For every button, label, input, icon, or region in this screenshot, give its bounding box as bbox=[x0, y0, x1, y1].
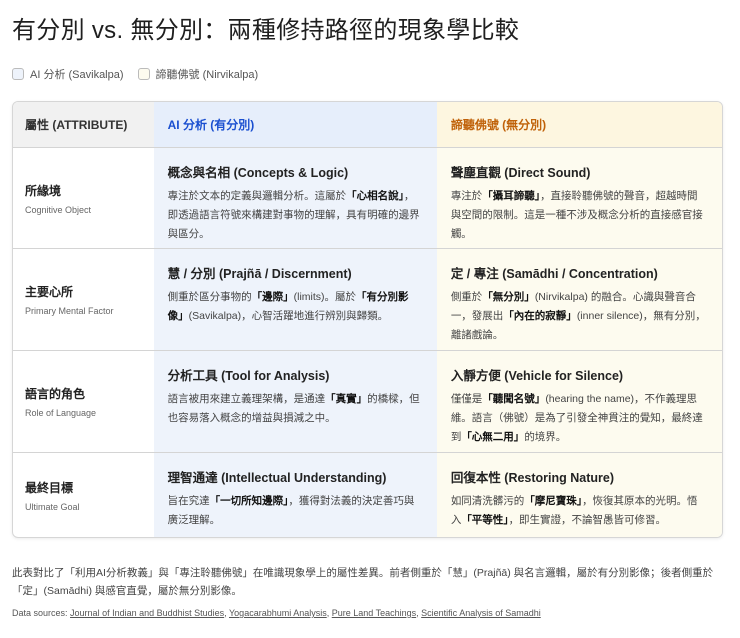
attribute-english: Primary Mental Factor bbox=[25, 306, 114, 316]
header-chant: 諦聽佛號 (無分別) bbox=[436, 102, 722, 147]
ai-title: 分析工具 (Tool for Analysis) bbox=[167, 369, 330, 383]
chant-description: 如同清洗髒污的「摩尼寶珠」，恢復其原本的光明。悟入「平等性」，即生實證，不論智愚… bbox=[451, 492, 708, 530]
attribute-cell: 所緣境 Cognitive Object bbox=[13, 148, 154, 248]
desc-text: 側重於 bbox=[450, 291, 483, 303]
attribute-cell: 主要心所 Primary Mental Factor bbox=[13, 249, 154, 350]
sources-label: Data sources: bbox=[12, 608, 68, 618]
chant-description: 專注於「攝耳諦聽」，直接聆聽佛號的聲音，超越時間與空間的限制。這是一種不涉及概念… bbox=[451, 187, 708, 244]
header-ai: AI 分析 (有分別) bbox=[153, 102, 437, 147]
ai-cell: 分析工具 (Tool for Analysis) 語言被用來建立義理架構，是通達「… bbox=[153, 351, 437, 452]
desc-text: 側重於區分事物的 bbox=[167, 291, 252, 303]
chant-title: 定 / 專注 (Samādhi / Concentration) bbox=[450, 267, 658, 281]
attribute-english: Role of Language bbox=[25, 408, 97, 418]
attribute-name: 主要心所 bbox=[25, 285, 74, 299]
emphasis-text: 「心相名說」 bbox=[346, 190, 404, 202]
table-row: 最終目標 Ultimate Goal 理智通達 (Intellectual Unde… bbox=[13, 453, 722, 537]
attribute-english: Ultimate Goal bbox=[25, 502, 80, 512]
legend-label: AI 分析 (Savikalpa) bbox=[30, 69, 124, 81]
chant-title: 入靜方便 (Vehicle for Silence) bbox=[450, 369, 624, 383]
ai-description: 側重於區分事物的「邊際」(limits)。屬於「有分別影像」(Savikalpa… bbox=[168, 288, 423, 326]
desc-text: 專注於文本的定義與邏輯分析。這屬於 bbox=[167, 190, 347, 202]
desc-text: 旨在究達 bbox=[167, 495, 210, 507]
emphasis-text: 「內在的寂靜」 bbox=[503, 310, 577, 322]
source-link[interactable]: Pure Land Teachings bbox=[332, 608, 416, 618]
chant-cell: 定 / 專注 (Samādhi / Concentration) 側重於「無分別」… bbox=[436, 249, 722, 350]
table-row: 主要心所 Primary Mental Factor 慧 / 分別 (Prajñā … bbox=[13, 249, 722, 351]
attribute-name: 最終目標 bbox=[25, 481, 74, 495]
chant-cell: 回復本性 (Restoring Nature) 如同清洗髒污的「摩尼寶珠」，恢復其… bbox=[436, 453, 722, 537]
data-sources: Data sources: Journal of Indian and Budd… bbox=[12, 608, 541, 618]
desc-text: 語言被用來建立義理架構，是通達 bbox=[167, 393, 326, 405]
chant-cell: 聲塵直觀 (Direct Sound) 專注於「攝耳諦聽」，直接聆聽佛號的聲音，超… bbox=[436, 148, 722, 248]
table-row: 所緣境 Cognitive Object 概念與名相 (Concepts & Log… bbox=[13, 148, 722, 249]
ai-title: 理智通達 (Intellectual Understanding) bbox=[167, 471, 387, 485]
attribute-cell: 語言的角色 Role of Language bbox=[13, 351, 154, 452]
table-header: 屬性 (ATTRIBUTE) AI 分析 (有分別) 諦聽佛號 (無分別) bbox=[13, 102, 722, 148]
legend-label: 諦聽佛號 (Nirvikalpa) bbox=[155, 69, 259, 81]
ai-title: 概念與名相 (Concepts & Logic) bbox=[167, 166, 349, 180]
desc-text: 僅僅是 bbox=[450, 393, 483, 405]
attribute-cell: 最終目標 Ultimate Goal bbox=[13, 453, 154, 537]
emphasis-text: 「無分別」 bbox=[482, 291, 535, 303]
legend-item-ai[interactable]: AI 分析 (Savikalpa) bbox=[12, 66, 124, 82]
table-row: 語言的角色 Role of Language 分析工具 (Tool for Anal… bbox=[13, 351, 722, 453]
legend-item-chant[interactable]: 諦聽佛號 (Nirvikalpa) bbox=[137, 66, 259, 82]
emphasis-text: 「攝耳諦聽」 bbox=[482, 190, 541, 202]
ai-cell: 理智通達 (Intellectual Understanding) 旨在究達「一切… bbox=[153, 453, 437, 537]
ai-title: 慧 / 分別 (Prajñā / Discernment) bbox=[167, 267, 352, 281]
ai-cell: 概念與名相 (Concepts & Logic) 專注於文本的定義與邏輯分析。這屬… bbox=[153, 148, 437, 248]
emphasis-text: 「一切所知邊際」 bbox=[209, 495, 289, 507]
desc-text: 的境界。 bbox=[524, 431, 567, 443]
emphasis-text: 「平等性」 bbox=[461, 514, 509, 526]
emphasis-text: 「摩尼寶珠」 bbox=[524, 495, 583, 507]
desc-text: (limits)。屬於 bbox=[293, 291, 357, 303]
source-link[interactable]: Yogacarabhumi Analysis bbox=[229, 608, 327, 618]
chant-cell: 入靜方便 (Vehicle for Silence) 僅僅是「聽聞名號」(hear… bbox=[436, 351, 722, 452]
emphasis-text: 「聽聞名號」 bbox=[482, 393, 546, 405]
legend-swatch bbox=[12, 68, 24, 80]
comparison-table: 屬性 (ATTRIBUTE) AI 分析 (有分別) 諦聽佛號 (無分別) 所緣… bbox=[12, 101, 723, 538]
header-attribute: 屬性 (ATTRIBUTE) bbox=[13, 102, 154, 147]
source-link[interactable]: Journal of Indian and Buddhist Studies bbox=[70, 608, 224, 618]
emphasis-text: 「邊際」 bbox=[251, 291, 294, 303]
footnote: 此表對比了「利用AI分析教義」與「專注聆聽佛號」在唯識現象學上的屬性差異。前者側… bbox=[12, 567, 714, 597]
attribute-english: Cognitive Object bbox=[25, 204, 92, 215]
emphasis-text: 「真實」 bbox=[325, 393, 368, 405]
attribute-name: 所緣境 bbox=[25, 183, 62, 198]
desc-text: (Savikalpa)，心智活躍地進行辨別與歸類。 bbox=[188, 310, 389, 322]
page-title: 有分別 vs. 無分別：兩種修持路徑的現象學比較 bbox=[12, 17, 520, 44]
legend-swatch bbox=[137, 68, 150, 80]
chant-description: 側重於「無分別」(Nirvikalpa) 的融合。心識與聲音合一，發展出「內在的… bbox=[451, 288, 708, 345]
ai-description: 旨在究達「一切所知邊際」，獲得對法義的決定善巧與廣泛理解。 bbox=[168, 492, 423, 530]
chant-title: 回復本性 (Restoring Nature) bbox=[450, 471, 615, 485]
chant-title: 聲塵直觀 (Direct Sound) bbox=[450, 166, 591, 180]
legend: AI 分析 (Savikalpa) 諦聽佛號 (Nirvikalpa) bbox=[12, 66, 258, 82]
emphasis-text: 「心無二用」 bbox=[461, 431, 525, 443]
chant-description: 僅僅是「聽聞名號」(hearing the name)，不作義理思維。語言（佛號… bbox=[451, 390, 708, 447]
attribute-name: 語言的角色 bbox=[25, 387, 86, 401]
desc-text: 專注於 bbox=[450, 190, 483, 202]
desc-text: 如同清洗髒污的 bbox=[450, 495, 525, 507]
ai-cell: 慧 / 分別 (Prajñā / Discernment) 側重於區分事物的「邊際… bbox=[153, 249, 437, 350]
desc-text: ，即生實證，不論智愚皆可修習。 bbox=[508, 514, 667, 526]
source-link[interactable]: Scientific Analysis of Samadhi bbox=[421, 608, 541, 618]
ai-description: 語言被用來建立義理架構，是通達「真實」的橋樑，但也容易落入概念的增益與損減之中。 bbox=[168, 390, 423, 428]
ai-description: 專注於文本的定義與邏輯分析。這屬於「心相名說」，即透過語言符號來構建對事物的理解… bbox=[168, 187, 423, 244]
